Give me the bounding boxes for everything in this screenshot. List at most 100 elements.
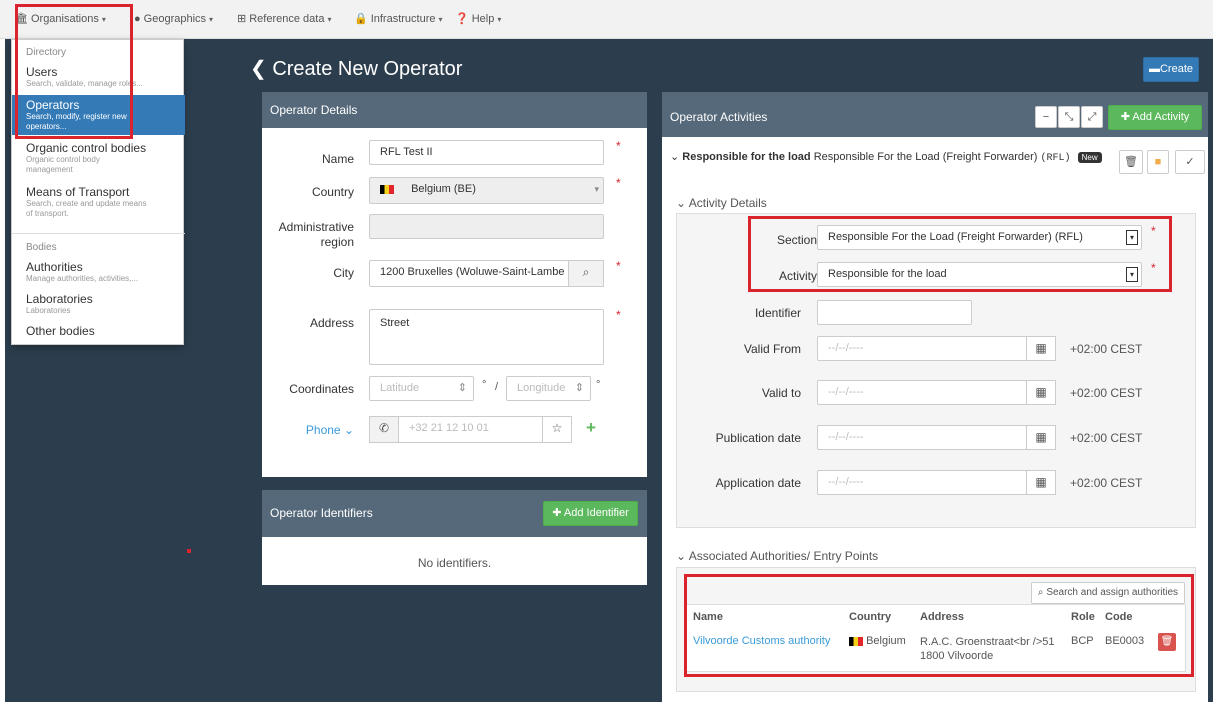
column-header-name: Name xyxy=(693,611,723,623)
authority-code: BE0003 xyxy=(1105,635,1145,647)
identifier-input[interactable] xyxy=(817,300,972,325)
timezone-text: +02:00 CEST xyxy=(1070,431,1143,445)
panel-heading: Operator Details xyxy=(262,92,647,128)
phone-input[interactable]: +32 21 12 10 01 xyxy=(398,416,543,443)
globe-icon: ● xyxy=(134,13,141,25)
column-header-country: Country xyxy=(849,611,892,623)
trash-icon[interactable]: 🗑 xyxy=(1119,150,1143,174)
coordinates-label: Coordinates xyxy=(289,382,354,396)
valid-to-input[interactable]: --/--/---- xyxy=(817,380,1027,405)
caret-down-icon: ▾ xyxy=(327,15,332,24)
timezone-text: +02:00 CEST xyxy=(1070,342,1143,356)
chevron-down-icon: ⌄ xyxy=(676,549,687,563)
page-title: ❮ Create New Operator xyxy=(250,58,463,80)
publication-date-input[interactable]: --/--/---- xyxy=(817,425,1027,450)
country-select[interactable]: Belgium (BE) ▾ xyxy=(369,177,604,204)
phone-label[interactable]: Phone ⌄ xyxy=(262,423,354,437)
spinner-icon[interactable]: ⇕ xyxy=(458,377,467,400)
required-marker: * xyxy=(616,139,621,153)
timezone-text: +02:00 CEST xyxy=(1070,476,1143,490)
authority-name-link[interactable]: Vilvoorde Customs authority xyxy=(693,635,830,647)
help-icon: ❓ xyxy=(455,13,469,25)
collapse-icon[interactable]: − xyxy=(1035,106,1057,128)
nav-organisations[interactable]: 🏛 Organisations ▾ xyxy=(14,0,106,39)
add-activity-button[interactable]: ✚ Add Activity xyxy=(1108,105,1202,130)
add-phone-icon[interactable]: + xyxy=(586,418,596,438)
application-date-label: Application date xyxy=(715,476,801,490)
nav-infrastructure[interactable]: 🔒 Infrastructure ▾ xyxy=(354,0,443,39)
degree-symbol: ° xyxy=(596,379,601,391)
search-icon[interactable]: ⌕ xyxy=(568,260,604,287)
top-navbar: 🏛 Organisations ▾ ● Geographics ▾ ⊞ Reference… xyxy=(0,0,1213,39)
menu-item-means-of-transport[interactable]: Means of Transport Search, create and up… xyxy=(12,185,185,223)
operator-details-panel: Operator Details Name RFL Test II * Coun… xyxy=(262,92,647,477)
activity-details-box: Section Responsible For the Load (Freigh… xyxy=(676,213,1196,528)
valid-from-label: Valid From xyxy=(743,342,801,356)
menu-item-operators[interactable]: Operators Search, modify, register new o… xyxy=(12,95,185,135)
caret-down-icon: ▾ xyxy=(209,15,214,24)
calendar-icon[interactable]: ▦ xyxy=(1026,470,1056,495)
spinner-icon[interactable]: ⇕ xyxy=(575,377,584,400)
name-input[interactable]: RFL Test II xyxy=(369,140,604,165)
delete-authority-icon[interactable]: 🗑 xyxy=(1158,633,1176,651)
activity-select[interactable]: Responsible for the load ▾ xyxy=(817,262,1142,287)
administrative-region-input[interactable] xyxy=(369,214,604,239)
chevron-down-icon: ⌄ xyxy=(676,196,687,210)
latitude-input[interactable]: Latitude ⇕ xyxy=(369,376,474,401)
required-marker: * xyxy=(616,259,621,273)
menu-item-laboratories[interactable]: Laboratories Laboratories xyxy=(12,292,185,318)
chevron-left-icon[interactable]: ❮ xyxy=(250,58,267,80)
timezone-text: +02:00 CEST xyxy=(1070,386,1143,400)
caret-down-icon: ▾ xyxy=(497,15,502,24)
caret-down-icon: ▾ xyxy=(1126,267,1138,282)
required-marker: * xyxy=(1151,224,1156,238)
square-icon[interactable]: ■ xyxy=(1147,150,1169,174)
authority-role: BCP xyxy=(1071,635,1094,647)
required-marker: * xyxy=(616,308,621,322)
belgium-flag-icon xyxy=(849,636,863,646)
address-label: Address xyxy=(309,316,354,330)
coordinate-separator: / xyxy=(495,381,499,393)
no-identifiers-text: No identifiers. xyxy=(417,556,492,570)
calendar-icon[interactable]: ▦ xyxy=(1026,336,1056,361)
menu-item-users[interactable]: Users Search, validate, manage roles... xyxy=(12,65,185,93)
operator-identifiers-panel: Operator Identifiers ✚ Add Identifier No… xyxy=(262,490,647,585)
compress-icon[interactable]: ⤡ xyxy=(1058,106,1080,128)
create-button[interactable]: ▬Create xyxy=(1143,57,1199,82)
activity-header[interactable]: ⌄ Responsible for the load Responsible F… xyxy=(670,150,1102,164)
calendar-icon[interactable]: ▦ xyxy=(1026,425,1056,450)
save-icon: ▬ xyxy=(1148,63,1160,75)
address-textarea[interactable]: Street xyxy=(369,309,604,365)
caret-down-icon: ▾ xyxy=(594,184,599,194)
check-icon[interactable]: ✓ xyxy=(1175,150,1205,174)
phone-icon: ✆ xyxy=(369,416,399,443)
column-header-code: Code xyxy=(1105,611,1133,623)
calendar-icon[interactable]: ▦ xyxy=(1026,380,1056,405)
nav-help[interactable]: ❓ Help ▾ xyxy=(455,0,501,39)
section-select[interactable]: Responsible For the Load (Freight Forwar… xyxy=(817,225,1142,250)
longitude-input[interactable]: Longitude ⇕ xyxy=(506,376,591,401)
operator-activities-panel: Operator Activities − ⤡ ⤢ ✚ Add Activity… xyxy=(662,92,1208,702)
caret-down-icon: ▾ xyxy=(1126,230,1138,245)
associated-authorities-title[interactable]: ⌄ Associated Authorities/ Entry Points xyxy=(676,549,878,563)
nav-reference-data[interactable]: ⊞ Reference data ▾ xyxy=(237,0,331,39)
identifier-label: Identifier xyxy=(754,306,801,320)
menu-item-organic-control-bodies[interactable]: Organic control bodies Organic control b… xyxy=(12,141,185,179)
caret-down-icon: ▾ xyxy=(438,15,443,24)
activity-details-title[interactable]: ⌄ Activity Details xyxy=(676,196,767,210)
search-authorities-button[interactable]: ⌕ Search and assign authorities xyxy=(1031,582,1185,604)
institution-icon: 🏛 xyxy=(14,13,28,25)
menu-item-other-bodies[interactable]: Other bodies xyxy=(12,324,185,342)
menu-item-authorities[interactable]: Authorities Manage authorities, activiti… xyxy=(12,260,185,286)
application-date-input[interactable]: --/--/---- xyxy=(817,470,1027,495)
star-icon[interactable]: ☆ xyxy=(542,416,572,443)
valid-from-input[interactable]: --/--/---- xyxy=(817,336,1027,361)
add-identifier-button[interactable]: ✚ Add Identifier xyxy=(543,501,638,526)
expand-icon[interactable]: ⤢ xyxy=(1081,106,1103,128)
red-dot xyxy=(187,549,191,553)
city-input[interactable]: 1200 Bruxelles (Woluwe-Saint-Lambe xyxy=(369,260,569,287)
section-label: Section xyxy=(776,233,817,247)
required-marker: * xyxy=(616,176,621,190)
nav-geographics[interactable]: ● Geographics ▾ xyxy=(134,0,213,39)
new-badge: New xyxy=(1077,151,1102,163)
